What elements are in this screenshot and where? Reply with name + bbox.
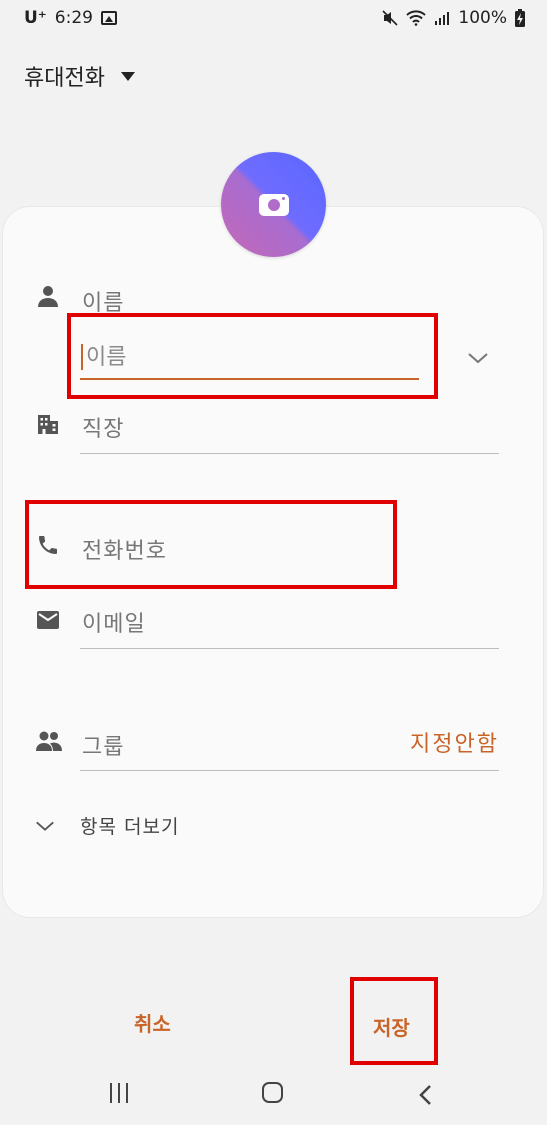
name-input[interactable] xyxy=(80,336,419,380)
building-icon xyxy=(38,415,58,434)
company-underline xyxy=(80,453,499,454)
wifi-icon xyxy=(406,10,427,26)
status-bar: U⁺ 6:29 100% xyxy=(0,0,547,36)
mute-vibrate-icon xyxy=(382,10,398,26)
carrier-label: U⁺ xyxy=(24,8,47,28)
status-left: U⁺ 6:29 xyxy=(24,8,117,28)
status-right: 100% xyxy=(382,8,525,28)
company-field[interactable]: 직장 xyxy=(82,411,124,443)
account-label: 휴대전화 xyxy=(24,66,105,91)
name-section-label: 이름 xyxy=(82,291,125,316)
battery-percent: 100% xyxy=(458,8,507,28)
mail-icon xyxy=(37,611,59,629)
phone-field[interactable]: 전화번호 xyxy=(82,533,167,565)
cancel-button[interactable]: 취소 xyxy=(134,1008,171,1037)
group-value[interactable]: 지정안함 xyxy=(410,726,499,758)
name-input-wrapper xyxy=(80,336,419,380)
image-notification-icon xyxy=(100,11,117,25)
chevron-down-icon[interactable] xyxy=(466,346,490,370)
recent-apps-icon[interactable] xyxy=(110,1083,128,1103)
phone-icon xyxy=(39,536,57,554)
signal-icon xyxy=(435,12,450,25)
home-icon[interactable] xyxy=(262,1082,283,1103)
more-fields-label: 항목 더보기 xyxy=(80,816,180,838)
dropdown-arrow-icon xyxy=(120,71,135,81)
back-icon[interactable] xyxy=(418,1084,432,1106)
group-field[interactable]: 그룹 xyxy=(82,729,124,761)
group-underline xyxy=(80,770,499,771)
person-icon xyxy=(38,286,58,307)
clock: 6:29 xyxy=(54,8,93,28)
chevron-down-icon xyxy=(36,821,54,831)
system-nav-bar xyxy=(0,1062,547,1125)
battery-charging-icon xyxy=(515,9,525,27)
email-field[interactable]: 이메일 xyxy=(82,606,146,638)
text-cursor xyxy=(81,344,83,370)
save-button[interactable]: 저장 xyxy=(373,1012,410,1041)
group-icon xyxy=(36,731,62,751)
camera-icon xyxy=(258,193,289,216)
email-underline xyxy=(80,648,499,649)
more-fields-button[interactable]: 항목 더보기 xyxy=(34,812,179,839)
account-selector[interactable]: 휴대전화 xyxy=(24,60,135,92)
contact-photo-button[interactable] xyxy=(221,152,326,257)
